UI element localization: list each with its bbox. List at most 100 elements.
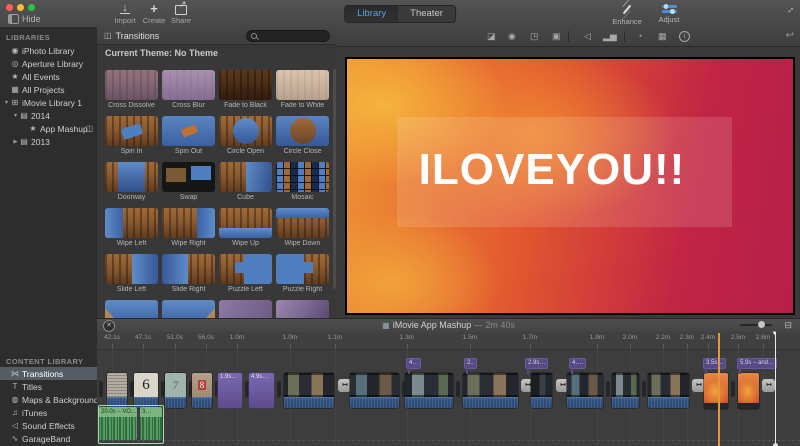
skimmer[interactable]: ▼ <box>772 331 778 446</box>
transition-slide-right[interactable]: Slide Right <box>162 254 215 293</box>
playhead[interactable] <box>718 333 720 446</box>
timeline-zoom-slider[interactable] <box>740 321 772 328</box>
transition-cross-blur[interactable]: Cross Blur <box>162 70 215 109</box>
sidebar-item-garageband[interactable]: ∿ GarageBand <box>0 432 97 445</box>
sidebar-item-app-mashup[interactable]: ★ App Mashup ◫ <box>0 122 97 135</box>
sidebar-item-2013[interactable]: ▶ ▤ 2013 <box>0 135 97 148</box>
video-clip[interactable] <box>612 373 639 408</box>
transition-swap[interactable]: Swap <box>162 162 215 201</box>
sidebar-item-imovie-library-1[interactable]: ▼ ⊞ iMovie Library 1 <box>0 96 97 109</box>
stabilization-icon[interactable]: ▣ <box>552 31 561 42</box>
video-clip[interactable] <box>567 373 603 408</box>
transition-cross-dissolve[interactable]: Cross Dissolve <box>105 70 158 109</box>
tab-theater[interactable]: Theater <box>398 6 455 22</box>
fullscreen-icon[interactable]: ↔ <box>783 2 798 17</box>
transition-spin-out[interactable]: Spin Out <box>162 116 215 155</box>
close-window-button[interactable] <box>6 4 13 11</box>
color-correction-icon[interactable]: ◉ <box>508 31 516 42</box>
tab-library[interactable]: Library <box>345 6 399 22</box>
sidebar-item-sound-effects[interactable]: ◁ Sound Effects <box>0 419 97 432</box>
timeline-ruler[interactable]: 42.1s 47.1s 51.0s 56.0s 1.0m 1.0m 1.1m 1.3m 1.5m… <box>97 332 800 350</box>
create-button[interactable]: + Create <box>139 2 169 25</box>
browser-scrollbar[interactable] <box>333 69 336 289</box>
video-clip[interactable] <box>531 373 552 408</box>
search-field[interactable] <box>246 30 330 43</box>
transition-circle-close[interactable]: Circle Close <box>276 116 329 155</box>
info-icon[interactable]: i <box>679 31 690 42</box>
background-clip[interactable] <box>704 373 728 409</box>
sidebar-item-maps-backgrounds[interactable]: ◍ Maps & Backgrounds <box>0 393 103 406</box>
disclosure-triangle[interactable]: ▼ <box>12 113 19 119</box>
title-clip[interactable]: 4.9s… <box>249 373 274 408</box>
video-clip[interactable] <box>405 373 453 408</box>
video-clip[interactable] <box>648 373 689 408</box>
transition-doorway[interactable]: Doorway <box>105 162 158 201</box>
voiceover-clip[interactable]: 3… <box>140 407 162 440</box>
transition-gap <box>642 381 646 397</box>
sidebar-item-2014[interactable]: ▼ ▤ 2014 <box>0 109 97 122</box>
photo-clip[interactable]: 6 <box>134 373 158 408</box>
import-button[interactable]: ↓ Import <box>110 3 140 26</box>
enhance-button[interactable]: Enhance <box>606 3 648 26</box>
transition-circle-open[interactable]: Circle Open <box>219 116 272 155</box>
transition-wipe-up[interactable]: Wipe Up <box>219 208 272 247</box>
video-clip[interactable] <box>284 373 334 408</box>
voiceover-clip[interactable]: 20.0s – VO… <box>99 407 137 440</box>
transition-wipe-right[interactable]: Wipe Right <box>162 208 215 247</box>
transition-fade-to-white[interactable]: Fade to White <box>276 70 329 109</box>
close-project-icon[interactable]: ✕ <box>103 320 115 332</box>
sidebar-item-all-events[interactable]: ★ All Events <box>0 70 97 83</box>
sidebar-item-itunes[interactable]: ♫ iTunes <box>0 406 97 419</box>
title-badge[interactable]: 2.. <box>464 358 477 374</box>
video-clip[interactable] <box>463 373 518 408</box>
video-clip[interactable] <box>350 373 399 408</box>
title-badge[interactable]: 4…. <box>569 358 587 374</box>
undo-icon[interactable]: ↩ <box>786 30 794 41</box>
photo-clip[interactable] <box>107 373 127 408</box>
selected-audio-group[interactable]: 20.0s – VO… 3… <box>98 405 164 444</box>
title-badge[interactable]: 5.9s – and… <box>737 358 778 374</box>
sidebar-item-all-projects[interactable]: ▦ All Projects <box>0 83 97 96</box>
transition-puzzle-left[interactable]: Puzzle Left <box>219 254 272 293</box>
transition-wipe-down[interactable]: Wipe Down <box>276 208 329 247</box>
transition-fade-to-black[interactable]: Fade to Black <box>219 70 272 109</box>
transition-thumb-21[interactable] <box>162 300 215 318</box>
disclosure-triangle[interactable]: ▶ <box>12 139 19 145</box>
sidebar-item-titles[interactable]: T Titles <box>0 380 97 393</box>
zoom-window-button[interactable] <box>28 4 35 11</box>
audio-levels-icon[interactable]: ▂▅ <box>603 31 617 42</box>
transition-slide-left[interactable]: Slide Left <box>105 254 158 293</box>
hide-button[interactable]: Hide <box>8 14 41 24</box>
transition-thumb-22[interactable] <box>219 300 272 318</box>
transition-thumb-20[interactable] <box>105 300 158 318</box>
disclosure-triangle[interactable]: ▼ <box>3 100 10 106</box>
transition-spin-in[interactable]: Spin In <box>105 116 158 155</box>
color-balance-icon[interactable]: ◪ <box>487 31 496 42</box>
volume-icon[interactable]: ◁ <box>584 31 591 42</box>
transition-cube[interactable]: Cube <box>219 162 272 201</box>
search-input[interactable] <box>261 31 327 43</box>
adjust-button[interactable]: Adjust <box>648 3 690 24</box>
sidebar-item-aperture-library[interactable]: ◎ Aperture Library <box>0 57 97 70</box>
transition-wipe-left[interactable]: Wipe Left <box>105 208 158 247</box>
title-badge[interactable]: 2.9s… <box>525 358 549 374</box>
transition-puzzle-right[interactable]: Puzzle Right <box>276 254 329 293</box>
minimize-window-button[interactable] <box>17 4 24 11</box>
title-badge[interactable]: 4… <box>406 358 422 374</box>
background-clip[interactable] <box>738 373 759 409</box>
speed-icon[interactable]: ◔ <box>637 31 642 42</box>
effects-icon[interactable]: ▦ <box>658 31 667 42</box>
transition-mosaic[interactable]: Mosaic <box>276 162 329 201</box>
photo-clip[interactable]: 7 <box>165 373 186 408</box>
sidebar-item-transitions[interactable]: ⋈ Transitions <box>0 367 97 380</box>
crop-icon[interactable]: ◳ <box>530 31 539 42</box>
photo-clip[interactable]: 8 <box>192 373 212 408</box>
title-badge[interactable]: 3.5s… <box>703 358 727 374</box>
sidebar-item-iphoto-library[interactable]: ◉ iPhoto Library <box>0 44 97 57</box>
clip-settings-icon[interactable]: ⊟ <box>784 320 792 331</box>
title-clip[interactable]: 1.9s… <box>218 373 242 408</box>
slider-thumb[interactable] <box>757 321 765 328</box>
transition-thumb-23[interactable] <box>276 300 329 318</box>
share-button[interactable]: ↗ Share <box>166 0 196 25</box>
transition-chip-icon[interactable]: ▸◂ <box>762 379 775 392</box>
